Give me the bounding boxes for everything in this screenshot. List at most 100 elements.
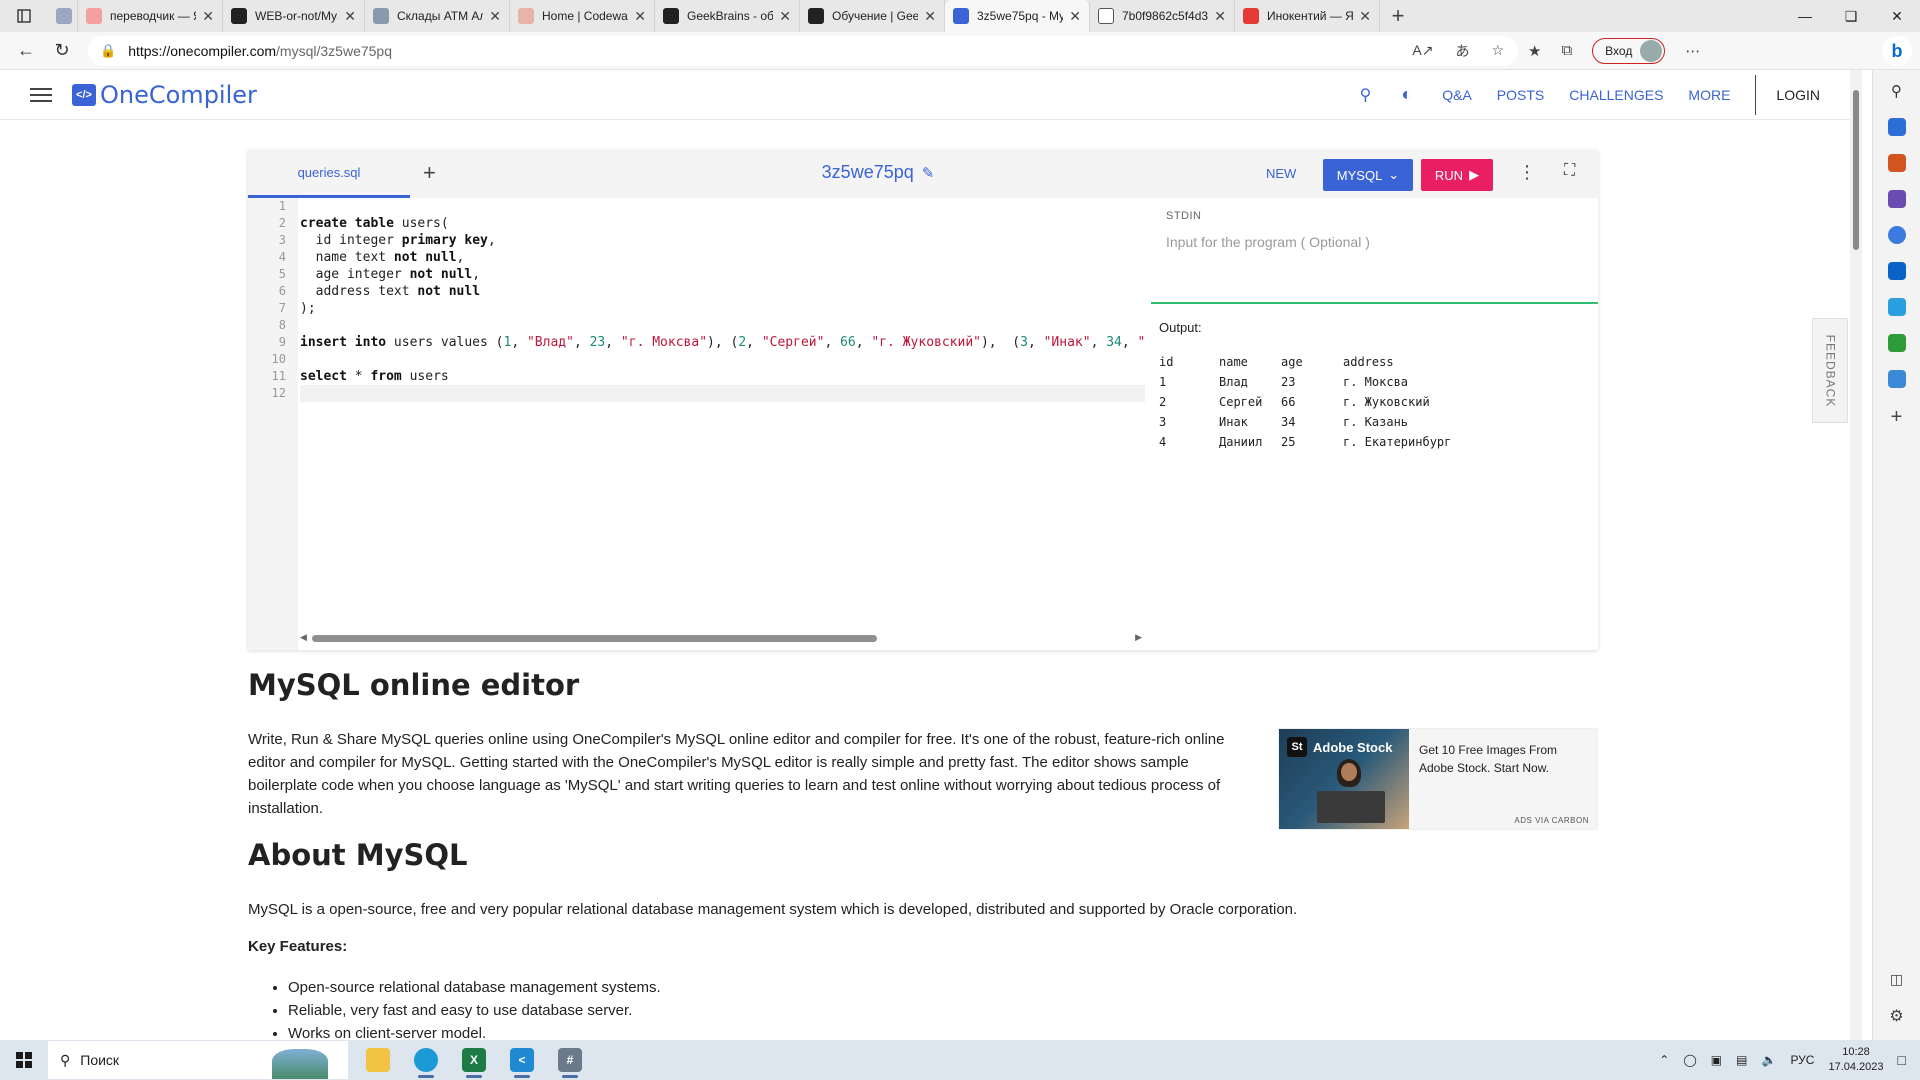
new-button[interactable]: NEW (1266, 166, 1296, 181)
tab-actions-button[interactable] (0, 0, 48, 32)
taskbar-search[interactable]: ⚲ Поиск (48, 1041, 348, 1079)
tray-monitor-icon[interactable]: ▣ (1711, 1053, 1722, 1067)
network-icon[interactable]: ▤ (1736, 1053, 1747, 1067)
url-host: https://onecompiler.com (128, 42, 277, 59)
close-tab-icon[interactable]: ✕ (489, 8, 501, 25)
browser-tab[interactable] (48, 0, 78, 32)
tree-icon[interactable] (1887, 334, 1906, 352)
clock[interactable]: 10:28 17.04.2023 (1828, 1045, 1883, 1075)
close-tab-icon[interactable]: ✕ (634, 8, 646, 25)
back-icon[interactable]: ← (8, 35, 44, 67)
cube-icon[interactable] (1887, 370, 1906, 388)
collections-icon[interactable]: ⧉ (1561, 42, 1572, 59)
theme-toggle-icon[interactable]: ◐ (1401, 84, 1412, 105)
notifications-icon[interactable]: □ (1898, 1052, 1906, 1068)
browser-tab[interactable]: GeekBrains - образов ✕ (655, 0, 800, 32)
bing-copilot-icon[interactable]: b (1882, 36, 1912, 66)
vscode-app[interactable]: < (498, 1040, 546, 1080)
line-number: 2 (278, 216, 286, 230)
page-scrollbar-thumb[interactable] (1853, 90, 1859, 250)
output-header-cell: id (1159, 355, 1174, 369)
edge-app[interactable] (402, 1040, 450, 1080)
close-tab-icon[interactable]: ✕ (1069, 8, 1081, 25)
new-tab-button[interactable]: + (1380, 3, 1416, 29)
fullscreen-icon[interactable]: ⛶ (1564, 162, 1575, 180)
shopping-icon[interactable] (1887, 118, 1906, 136)
search-icon[interactable]: ⚲ (1360, 85, 1372, 105)
browser-tab[interactable]: Обучение | GeekBrains ✕ (800, 0, 945, 32)
add-file-icon[interactable]: + (423, 160, 436, 186)
ad-image[interactable]: St Adobe Stock (1279, 729, 1409, 829)
close-tab-icon[interactable]: ✕ (779, 8, 791, 25)
onecompiler-logo[interactable]: </> OneCompiler (72, 81, 257, 109)
send-icon[interactable] (1887, 298, 1906, 316)
file-explorer-app[interactable] (354, 1040, 402, 1080)
minimize-icon[interactable]: — (1782, 0, 1828, 32)
input-language[interactable]: РУС (1790, 1053, 1814, 1067)
browser-tab[interactable]: 7b0f9862c5f4d3434af ✕ (1090, 0, 1235, 32)
file-tab[interactable]: queries.sql (248, 150, 410, 198)
browser-tab-label: GeekBrains - образов (687, 9, 774, 23)
login-button[interactable]: LOGIN (1776, 87, 1820, 103)
close-tab-icon[interactable]: ✕ (344, 8, 356, 25)
hamburger-menu-icon[interactable] (30, 87, 52, 102)
scroll-right-icon[interactable]: ▶ (1135, 632, 1142, 643)
close-tab-icon[interactable]: ✕ (1359, 8, 1371, 25)
code-editor[interactable]: 1 2 3 4 5 6 7 8 9 10 11 12 create table users( id i… (248, 198, 1148, 650)
close-tab-icon[interactable]: ✕ (202, 8, 214, 25)
close-tab-icon[interactable]: ✕ (924, 8, 936, 25)
more-vert-icon[interactable]: ⋮ (1518, 162, 1536, 183)
favorites-icon[interactable]: ★ (1528, 42, 1541, 60)
close-window-icon[interactable]: ✕ (1874, 0, 1920, 32)
feedback-tab[interactable]: FEEDBACK (1812, 318, 1848, 423)
sidebar-search-icon[interactable]: ⚲ (1891, 82, 1902, 100)
stdin-input[interactable]: Input for the program ( Optional ) (1166, 234, 1370, 250)
tray-app-icon[interactable]: ◯ (1683, 1053, 1696, 1067)
more-options-icon[interactable]: ⋯ (1685, 42, 1700, 60)
ad-footer[interactable]: ADS VIA CARBON (1514, 816, 1589, 825)
translate-icon[interactable]: あ (1455, 41, 1469, 61)
language-select[interactable]: MYSQL ⌄ (1323, 159, 1413, 191)
excel-app[interactable]: X (450, 1040, 498, 1080)
browser-tab[interactable]: переводчик — Яндекс ✕ (78, 0, 223, 32)
code-area[interactable]: create table users( id integer primary k… (300, 198, 1145, 628)
nav-more[interactable]: MORE (1688, 87, 1730, 103)
close-tab-icon[interactable]: ✕ (1214, 8, 1226, 25)
restore-icon[interactable]: ❏ (1828, 0, 1874, 32)
nav-challenges[interactable]: CHALLENGES (1569, 87, 1663, 103)
profile-login-button[interactable]: Вход (1592, 37, 1666, 64)
refresh-icon[interactable]: ↻ (44, 35, 80, 67)
chevron-up-icon[interactable]: ⌃ (1659, 1053, 1669, 1067)
browser-tab[interactable]: Инокентий — Яндекс ✕ (1235, 0, 1380, 32)
editor-horizontal-scrollbar[interactable]: ◀ ▶ (298, 632, 1146, 644)
settings-icon[interactable]: ⚙ (1889, 1006, 1903, 1026)
browser-tab[interactable]: Home | Codewars ✕ (510, 0, 655, 32)
sidebar-toggle-icon[interactable]: ◫ (1890, 971, 1903, 988)
outlook-icon[interactable] (1887, 262, 1906, 280)
table-row: 2 Сергей 66 г. Жуковский (1159, 392, 1493, 412)
nav-qa[interactable]: Q&A (1442, 87, 1472, 103)
page-scrollbar[interactable] (1850, 70, 1862, 1040)
run-button[interactable]: RUN ▶ (1421, 159, 1493, 191)
browser-tab[interactable]: 3z5we75pq - MySQL ✕ (945, 0, 1090, 32)
start-button[interactable] (0, 1040, 48, 1080)
edit-pencil-icon[interactable]: ✎ (922, 165, 935, 182)
code-title[interactable]: 3z5we75pq ✎ (788, 162, 968, 183)
tools-icon[interactable] (1887, 154, 1906, 172)
read-aloud-icon[interactable]: A↗ (1412, 42, 1433, 59)
stdin-panel[interactable]: STDIN Input for the program ( Optional ) (1151, 198, 1598, 304)
favorite-add-icon[interactable]: ☆ (1491, 42, 1504, 59)
add-sidebar-icon[interactable]: + (1891, 406, 1903, 429)
scroll-left-icon[interactable]: ◀ (300, 632, 307, 643)
nav-posts[interactable]: POSTS (1497, 87, 1544, 103)
browser-tab[interactable]: WEB-or-not/MySQL.txt ✕ (223, 0, 365, 32)
calculator-app[interactable]: # (546, 1040, 594, 1080)
ad-text[interactable]: Get 10 Free Images From Adobe Stock. Sta… (1419, 741, 1589, 777)
editor-scrollbar-thumb[interactable] (312, 635, 877, 642)
browser-tab[interactable]: Склады АТМ Альянс ✕ (365, 0, 510, 32)
games-icon[interactable] (1887, 190, 1906, 208)
volume-icon[interactable]: 🔈 (1761, 1053, 1776, 1067)
office-icon[interactable] (1887, 226, 1906, 244)
url-input[interactable]: 🔒 https://onecompiler.com/mysql/3z5we75p… (88, 35, 1518, 66)
carbon-ad[interactable]: St Adobe Stock Get 10 Free Images From A… (1278, 728, 1598, 830)
